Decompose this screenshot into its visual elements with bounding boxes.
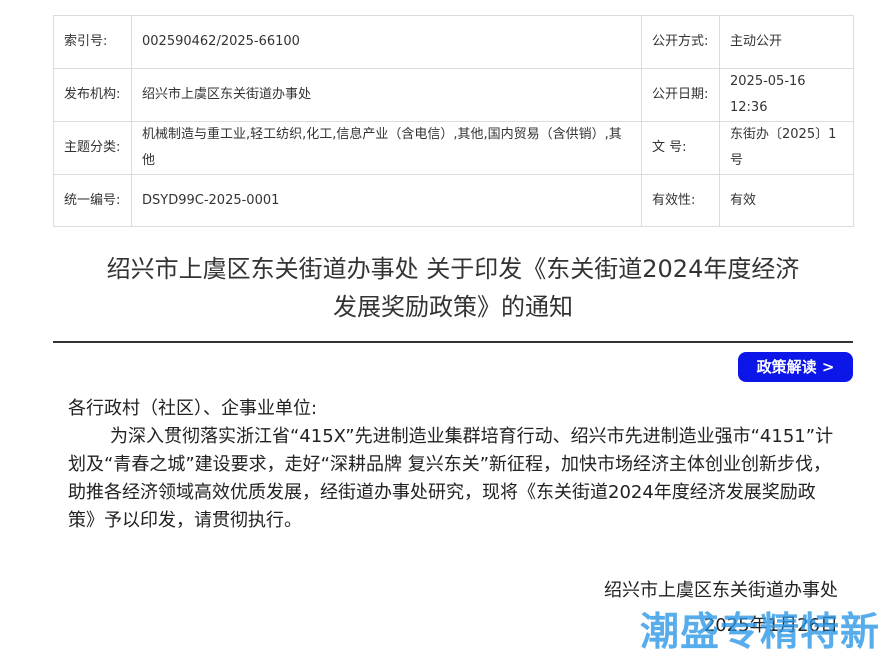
watermark-logo: 潮盛专精特新 bbox=[639, 610, 880, 655]
meta-value: 主动公开 bbox=[719, 15, 854, 69]
meta-value: 绍兴市上虞区东关街道办事处 bbox=[131, 68, 642, 122]
salutation: 各行政村（社区）、企事业单位: bbox=[68, 398, 318, 419]
meta-value: 2025-05-16 12:36 bbox=[719, 68, 854, 122]
meta-label: 主题分类: bbox=[53, 121, 132, 175]
meta-value: 有效 bbox=[719, 174, 854, 227]
title-line: 绍兴市上虞区东关街道办事处 关于印发《东关街道2024年度经济 bbox=[106, 255, 800, 283]
table-row: 发布机构: 绍兴市上虞区东关街道办事处 公开日期: 2025-05-16 12:… bbox=[53, 68, 854, 122]
meta-label: 有效性: bbox=[641, 174, 720, 227]
title-line: 发展奖励政策》的通知 bbox=[333, 293, 573, 321]
meta-value: DSYD99C-2025-0001 bbox=[131, 174, 642, 227]
meta-label: 公开日期: bbox=[641, 68, 720, 122]
table-row: 统一编号: DSYD99C-2025-0001 有效性: 有效 bbox=[53, 174, 854, 227]
document-body: 各行政村（社区）、企事业单位: 为深入贯彻落实浙江省“415X”先进制造业集群培… bbox=[68, 395, 838, 535]
table-row: 索引号: 002590462/2025-66100 公开方式: 主动公开 bbox=[53, 15, 854, 69]
policy-interpretation-button[interactable]: 政策解读 > bbox=[738, 352, 853, 382]
body-paragraph: 为深入贯彻落实浙江省“415X”先进制造业集群培育行动、绍兴市先进制造业强市“4… bbox=[68, 426, 834, 531]
meta-value: 东街办〔2025〕1号 bbox=[719, 121, 854, 175]
meta-value: 机械制造与重工业,轻工纺织,化工,信息产业（含电信）,其他,国内贸易（含供销）,… bbox=[131, 121, 642, 175]
meta-label: 发布机构: bbox=[53, 68, 132, 122]
table-row: 主题分类: 机械制造与重工业,轻工纺织,化工,信息产业（含电信）,其他,国内贸易… bbox=[53, 121, 854, 175]
meta-label: 公开方式: bbox=[641, 15, 720, 69]
page-title: 绍兴市上虞区东关街道办事处 关于印发《东关街道2024年度经济 发展奖励政策》的… bbox=[53, 250, 853, 326]
meta-label: 文 号: bbox=[641, 121, 720, 175]
signature: 绍兴市上虞区东关街道办事处 bbox=[604, 580, 838, 601]
title-divider bbox=[53, 341, 853, 343]
document-metadata-table: 索引号: 002590462/2025-66100 公开方式: 主动公开 发布机… bbox=[53, 15, 854, 227]
meta-label: 索引号: bbox=[53, 15, 132, 69]
meta-label: 统一编号: bbox=[53, 174, 132, 227]
meta-value: 002590462/2025-66100 bbox=[131, 15, 642, 69]
